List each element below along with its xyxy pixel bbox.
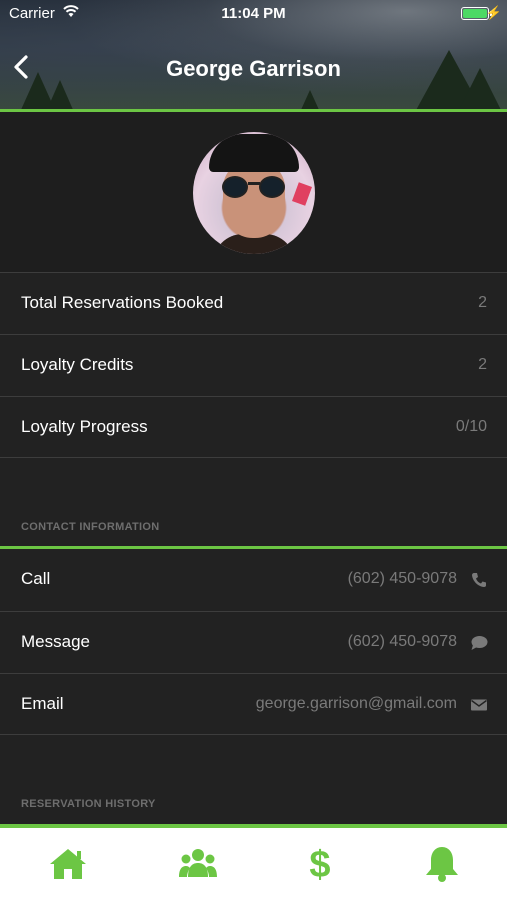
phone-icon [472,573,486,587]
users-icon [179,849,217,877]
bell-icon [426,847,458,882]
home-icon [50,849,86,879]
battery-icon [461,7,489,20]
stat-value: 0/10 [455,418,487,435]
tree-silhouette [46,80,74,112]
envelope-icon [471,699,487,711]
avatar [193,132,315,254]
stat-label: Total Reservations Booked [21,293,224,312]
divider [0,734,507,735]
phone-number: (602) 450-9078 [347,570,457,587]
stat-label: Loyalty Progress [21,417,148,436]
stat-row-loyalty-progress: Loyalty Progress 0/10 [0,396,507,458]
chat-bubble-icon [471,636,488,650]
page-title: George Garrison [166,56,341,81]
reservation-history-title: RESERVATION HISTORY [21,798,156,810]
contact-row-call[interactable]: Call (602) 450-9078 [0,549,507,611]
contact-row-email[interactable]: Email george.garrison@gmail.com [0,673,507,735]
charging-bolt-icon: ⚡ [485,5,502,20]
stat-label: Loyalty Credits [21,355,134,374]
email-address: george.garrison@gmail.com [255,695,457,712]
stat-value: 2 [478,356,487,373]
stat-row-total-reservations: Total Reservations Booked 2 [0,272,507,334]
tab-bar: $ [0,828,507,900]
tab-notifications[interactable] [379,828,505,900]
profile-avatar-section [0,112,507,272]
message-number: (602) 450-9078 [347,633,457,650]
tab-payments[interactable]: $ [257,828,383,900]
tab-clients[interactable] [135,828,261,900]
clock-time: 11:04 PM [221,5,286,22]
stat-row-loyalty-credits: Loyalty Credits 2 [0,334,507,396]
divider [0,457,507,458]
contact-section-title: CONTACT INFORMATION [21,521,160,533]
stat-value: 2 [478,294,487,311]
contact-label: Email [21,694,64,713]
svg-text:$: $ [309,844,330,884]
contact-row-message[interactable]: Message (602) 450-9078 [0,611,507,673]
status-bar: Carrier 11:04 PM ⚡ [0,0,507,28]
dollar-icon: $ [309,844,330,884]
tab-home[interactable] [5,828,131,900]
contact-label: Message [21,632,90,651]
contact-label: Call [21,569,51,588]
